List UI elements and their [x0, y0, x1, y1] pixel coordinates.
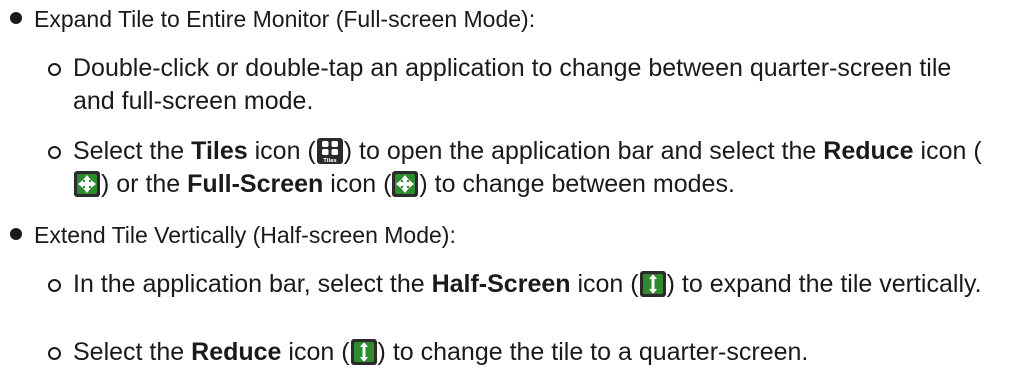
subitem-tiles-icon: Select the Tiles icon (Tiles) to open th… [48, 135, 998, 201]
bold-tiles: Tiles [191, 137, 248, 165]
bold-full-screen: Full-Screen [187, 170, 324, 198]
sub-bullet-ring [48, 279, 61, 292]
bullet-heading: Expand Tile to Entire Monitor (Full-scre… [34, 6, 536, 32]
bullet-half-screen-mode: Extend Tile Vertically (Half-screen Mode… [10, 220, 456, 250]
bullet-dot [10, 12, 22, 24]
subitem-text: In the application bar, select the Half-… [73, 270, 982, 298]
bullet-full-screen-mode: Expand Tile to Entire Monitor (Full-scre… [10, 4, 535, 34]
half-screen-icon [639, 271, 666, 297]
bold-half-screen: Half-Screen [431, 270, 571, 298]
tiles-icon: Tiles [316, 138, 343, 164]
subitem-reduce-quarter: Select the Reduce icon () to change the … [48, 336, 998, 369]
bullet-dot [10, 228, 22, 240]
subitem-text: Double-click or double-tap an applicatio… [73, 54, 952, 115]
subitem-text: Select the Tiles icon (Tiles) to open th… [73, 137, 982, 198]
subitem-double-click: Double-click or double-tap an applicatio… [48, 52, 998, 118]
subitem-half-screen: In the application bar, select the Half-… [48, 268, 998, 301]
bullet-heading: Extend Tile Vertically (Half-screen Mode… [34, 222, 456, 248]
sub-bullet-ring [48, 347, 61, 360]
bold-reduce: Reduce [823, 137, 914, 165]
sub-bullet-ring [48, 146, 61, 159]
reduce-fullscreen-icon [74, 171, 100, 197]
tiles-icon-label: Tiles [323, 158, 336, 164]
reduce-halfscreen-icon [350, 339, 377, 365]
subitem-text: Select the Reduce icon () to change the … [73, 338, 809, 366]
bold-reduce: Reduce [191, 338, 282, 366]
full-screen-icon [392, 171, 419, 197]
sub-bullet-ring [48, 63, 61, 76]
instructions-document: Expand Tile to Entire Monitor (Full-scre… [0, 0, 1019, 373]
